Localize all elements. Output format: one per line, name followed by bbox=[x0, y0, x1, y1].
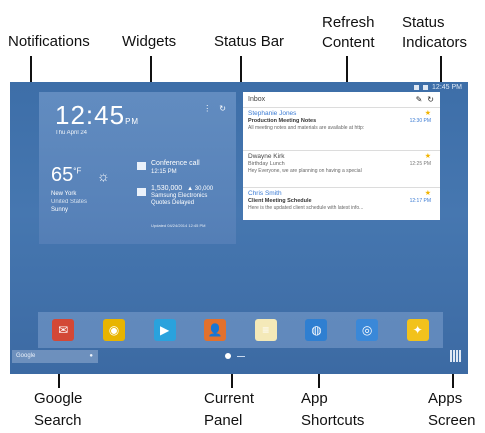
email-sender: Dwayne Kirk bbox=[248, 153, 285, 160]
status-indicators-label-1: Status bbox=[402, 14, 445, 31]
contacts-icon[interactable]: 👤 bbox=[204, 319, 227, 341]
location-country: United States bbox=[51, 199, 88, 205]
sun-icon: ☼ bbox=[97, 168, 110, 184]
status-bar[interactable]: 12:45 PM bbox=[414, 84, 462, 91]
status-bar-pointer bbox=[240, 56, 242, 84]
divider bbox=[243, 107, 440, 108]
refresh-content-icon[interactable]: ↻ bbox=[427, 95, 434, 104]
gmail-icon[interactable]: ✉ bbox=[52, 319, 75, 341]
panel-indicator[interactable] bbox=[225, 353, 245, 359]
email-sender: Stephanie Jones bbox=[248, 110, 297, 117]
notification-icon bbox=[414, 85, 420, 90]
email-time: 12:25 PM bbox=[409, 161, 431, 167]
tablet-home-screen: 12:45 PM 12:45PM Thu April 24 ⋮ ↻ 65°F ☼… bbox=[10, 82, 468, 374]
weather-location: New York United States Sunny bbox=[51, 190, 87, 214]
email-item[interactable]: Dwayne Kirk ★ Birthday Lunch 12:25 PM He… bbox=[248, 153, 435, 191]
apps-screen-label-2: Screen bbox=[428, 412, 476, 429]
status-bar-label: Status Bar bbox=[214, 33, 285, 50]
email-subject: Birthday Lunch bbox=[248, 161, 285, 167]
gallery-icon[interactable]: ✦ bbox=[406, 319, 429, 341]
location-city: New York bbox=[51, 191, 77, 197]
calendar-title: Conference call bbox=[151, 160, 200, 167]
temperature: 65°F bbox=[51, 164, 82, 186]
apps-grid-icon[interactable] bbox=[450, 350, 462, 362]
apps-screen-label-1: Apps bbox=[428, 390, 463, 407]
current-panel-label-1: Current bbox=[204, 390, 255, 407]
stock-line: 1,530,000 ▲ 30,000 bbox=[151, 185, 214, 192]
chrome-icon[interactable]: ◉ bbox=[102, 319, 125, 341]
refresh-content-label-2: Content bbox=[322, 34, 375, 51]
panel-dash bbox=[237, 355, 245, 357]
inbox-title: Inbox bbox=[248, 96, 266, 103]
star-icon[interactable]: ★ bbox=[425, 152, 431, 160]
stock-note: Quotes Delayed bbox=[151, 200, 195, 206]
email-item[interactable]: Chris Smith ★ Client Meeting Schedule 12… bbox=[248, 190, 435, 228]
calendar-icon bbox=[137, 162, 146, 170]
calendar-event: Conference call 12:15 PM bbox=[151, 160, 200, 176]
memo-icon[interactable]: ≡ bbox=[254, 319, 277, 341]
status-time: 12:45 PM bbox=[432, 84, 462, 91]
clock-time: 12:45PM bbox=[55, 100, 140, 130]
clock-date: Thu April 24 bbox=[55, 130, 88, 136]
weather-condition: Sunny bbox=[51, 207, 69, 213]
camera-icon[interactable]: ◎ bbox=[356, 319, 379, 341]
home-panel-icon bbox=[225, 353, 231, 359]
status-indicators-label-2: Indicators bbox=[402, 34, 468, 51]
internet-icon[interactable]: ◍ bbox=[305, 319, 328, 341]
microphone-icon[interactable]: ● bbox=[89, 350, 93, 363]
email-sender: Chris Smith bbox=[248, 190, 282, 197]
widgets-label: Widgets bbox=[122, 33, 177, 50]
refresh-icon[interactable]: ↻ bbox=[219, 104, 226, 113]
email-subject: Client Meeting Schedule bbox=[248, 198, 312, 204]
current-panel-label-2: Panel bbox=[204, 412, 243, 429]
app-shortcuts-dock: ✉ ◉ ▶ 👤 ≡ ◍ ◎ ✦ bbox=[38, 312, 443, 348]
stock-icon bbox=[137, 188, 146, 196]
divider bbox=[243, 150, 440, 151]
notifications-pointer bbox=[30, 56, 32, 84]
email-subject: Production Meeting Notes bbox=[248, 118, 317, 124]
more-icon[interactable]: ⋮ bbox=[203, 104, 211, 113]
updated-text: Updated 04/24/2014 12:45 PM bbox=[151, 223, 206, 228]
notifications-label: Notifications bbox=[8, 33, 90, 50]
stock-name: Samsung Electronics bbox=[151, 193, 208, 199]
google-search-label-2: Search bbox=[34, 412, 82, 429]
widget-controls: ⋮ ↻ bbox=[203, 104, 226, 113]
status-indicators-pointer bbox=[440, 56, 442, 84]
compose-icon[interactable]: ✎ bbox=[416, 95, 423, 104]
star-icon[interactable]: ★ bbox=[425, 189, 431, 197]
refresh-content-label-1: Refresh bbox=[322, 14, 375, 31]
email-widget[interactable]: Inbox ✎ ↻ Stephanie Jones ★ Production M… bbox=[243, 92, 440, 220]
battery-icon bbox=[423, 85, 429, 90]
email-controls: ✎ ↻ bbox=[416, 95, 434, 104]
stock-info: 1,530,000 ▲ 30,000 Samsung Electronics Q… bbox=[151, 185, 213, 207]
app-shortcuts-label-1: App bbox=[301, 390, 328, 407]
app-shortcuts-label-2: Shortcuts bbox=[301, 412, 365, 429]
divider bbox=[243, 187, 440, 188]
email-time: 12:30 PM bbox=[409, 118, 431, 124]
play-store-icon[interactable]: ▶ bbox=[153, 319, 176, 341]
google-search-label-1: Google bbox=[34, 390, 83, 407]
email-preview: All meeting notes and materials are avai… bbox=[248, 125, 365, 131]
search-label: Google bbox=[16, 353, 36, 359]
star-icon[interactable]: ★ bbox=[425, 109, 431, 117]
weather-clock-widget[interactable]: 12:45PM Thu April 24 ⋮ ↻ 65°F ☼ New York… bbox=[39, 92, 236, 244]
google-search-bar[interactable]: Google ● bbox=[12, 350, 98, 363]
email-preview: Here is the updated client schedule with… bbox=[248, 205, 364, 211]
calendar-time: 12:15 PM bbox=[151, 169, 177, 175]
email-time: 12:17 PM bbox=[409, 198, 431, 204]
email-item[interactable]: Stephanie Jones ★ Production Meeting Not… bbox=[248, 110, 435, 148]
email-preview: Hey Everyone, we are planning on having … bbox=[248, 168, 362, 174]
